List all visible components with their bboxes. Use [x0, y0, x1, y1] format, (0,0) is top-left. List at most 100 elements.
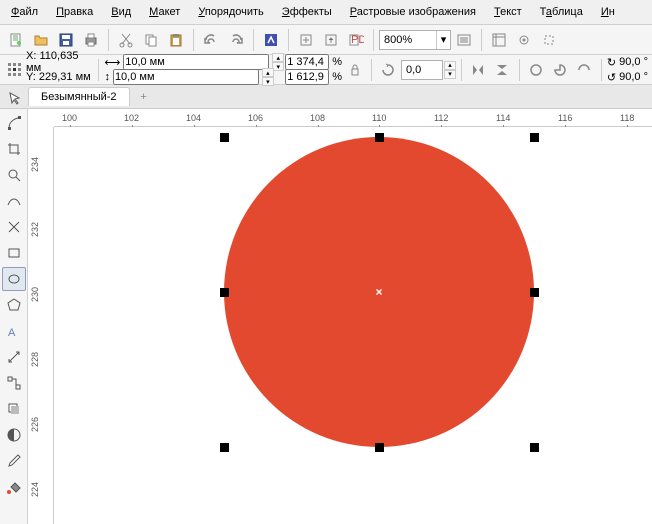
artistic-media-tool[interactable]: [2, 215, 26, 239]
rulers-button[interactable]: [487, 28, 511, 52]
import-button[interactable]: [294, 28, 318, 52]
drop-shadow-tool[interactable]: [2, 397, 26, 421]
handle-nw[interactable]: [220, 133, 229, 142]
shape-tool[interactable]: [2, 111, 26, 135]
arc-end-icon: ↺: [607, 71, 616, 84]
search-button[interactable]: [259, 28, 283, 52]
scale-x-input[interactable]: [285, 54, 329, 70]
menu-arrange[interactable]: Упорядочить: [189, 3, 272, 21]
width-input[interactable]: [123, 54, 269, 70]
ruler-tick: 232: [30, 222, 40, 237]
separator: [601, 59, 602, 81]
document-tabs: Безымянный-2 +: [0, 85, 652, 109]
new-doc-button[interactable]: [4, 28, 28, 52]
connector-tool[interactable]: [2, 371, 26, 395]
open-button[interactable]: [29, 28, 53, 52]
width-icon: ⟷: [104, 56, 120, 69]
publish-button[interactable]: PDF: [344, 28, 368, 52]
handle-sw[interactable]: [220, 443, 229, 452]
separator: [253, 29, 254, 51]
menu-edit[interactable]: Правка: [47, 3, 102, 21]
spin-up[interactable]: ▴: [444, 61, 456, 70]
arc-type-button[interactable]: [573, 58, 596, 82]
tab-add-button[interactable]: +: [134, 88, 154, 106]
export-button[interactable]: [319, 28, 343, 52]
mirror-v-button[interactable]: [491, 58, 514, 82]
ellipse-shape[interactable]: ×: [224, 137, 534, 447]
rectangle-tool[interactable]: [2, 241, 26, 265]
spin-down[interactable]: ▾: [444, 70, 456, 79]
rotation-input[interactable]: [401, 60, 443, 80]
svg-text:PDF: PDF: [351, 34, 364, 46]
pick-tool[interactable]: [2, 87, 26, 111]
copy-button[interactable]: [139, 28, 163, 52]
ellipse-type-button[interactable]: [525, 58, 548, 82]
handle-n[interactable]: [375, 133, 384, 142]
cut-button[interactable]: [114, 28, 138, 52]
undo-button[interactable]: [199, 28, 223, 52]
separator: [461, 59, 462, 81]
menu-bitmaps[interactable]: Растровые изображения: [341, 3, 485, 21]
separator: [519, 59, 520, 81]
canvas[interactable]: ×: [54, 127, 652, 524]
redo-button[interactable]: [224, 28, 248, 52]
ruler-tick: 234: [30, 157, 40, 172]
arc-start-icon: ↻: [607, 56, 616, 69]
ruler-tick: 224: [30, 482, 40, 497]
y-label: Y:: [26, 71, 36, 83]
menu-effects[interactable]: Эффекты: [273, 3, 341, 21]
zoom-combo[interactable]: ▾: [379, 30, 451, 50]
fill-tool[interactable]: [2, 475, 26, 499]
lock-ratio-button[interactable]: [343, 58, 366, 82]
svg-text:A: A: [8, 327, 16, 339]
menu-file[interactable]: ФФайлайл: [2, 3, 47, 21]
grid-button[interactable]: [512, 28, 536, 52]
ruler-vertical: 234 232 230 228 226 224: [28, 127, 54, 524]
scale-y-input[interactable]: [285, 69, 329, 85]
spin-up[interactable]: ▴: [262, 68, 274, 77]
fullscreen-button[interactable]: [452, 28, 476, 52]
text-tool[interactable]: A: [2, 319, 26, 343]
position-icon: [4, 61, 25, 79]
menu-tools[interactable]: Ин: [592, 3, 624, 21]
crop-tool[interactable]: [2, 137, 26, 161]
y-value: 229,31 мм: [39, 71, 91, 83]
freehand-tool[interactable]: [2, 189, 26, 213]
ruler-tick: 102: [124, 113, 139, 123]
menu-text[interactable]: Текст: [485, 3, 531, 21]
pie-type-button[interactable]: [549, 58, 572, 82]
scale-unit: %: [332, 56, 342, 68]
tab-document[interactable]: Безымянный-2: [28, 87, 130, 106]
ruler-tick: 114: [496, 113, 510, 123]
angle-fields: ↻ 90,0° ↺ 90,0°: [607, 55, 648, 84]
ellipse-tool[interactable]: [2, 267, 26, 291]
menu-bar: ФФайлайл Правка Вид Макет Упорядочить Эф…: [0, 0, 652, 25]
polygon-tool[interactable]: [2, 293, 26, 317]
paste-button[interactable]: [164, 28, 188, 52]
eyedropper-tool[interactable]: [2, 449, 26, 473]
guidelines-button[interactable]: [537, 28, 561, 52]
transparency-tool[interactable]: [2, 423, 26, 447]
separator: [481, 29, 482, 51]
angle1-value: 90,0: [619, 56, 640, 68]
handle-e[interactable]: [530, 288, 539, 297]
menu-view[interactable]: Вид: [102, 3, 140, 21]
handle-ne[interactable]: [530, 133, 539, 142]
zoom-tool[interactable]: [2, 163, 26, 187]
spin-up[interactable]: ▴: [272, 53, 284, 62]
menu-table[interactable]: Таблица: [531, 3, 592, 21]
zoom-input[interactable]: [380, 31, 436, 49]
spin-down[interactable]: ▾: [262, 77, 274, 86]
print-button[interactable]: [79, 28, 103, 52]
ruler-tick: 100: [62, 113, 77, 123]
zoom-dropdown[interactable]: ▾: [436, 31, 450, 49]
handle-se[interactable]: [530, 443, 539, 452]
handle-s[interactable]: [375, 443, 384, 452]
menu-layout[interactable]: Макет: [140, 3, 189, 21]
handle-w[interactable]: [220, 288, 229, 297]
parallel-dim-tool[interactable]: [2, 345, 26, 369]
ruler-tick: 104: [186, 113, 201, 123]
height-input[interactable]: [113, 69, 259, 85]
save-button[interactable]: [54, 28, 78, 52]
mirror-h-button[interactable]: [467, 58, 490, 82]
